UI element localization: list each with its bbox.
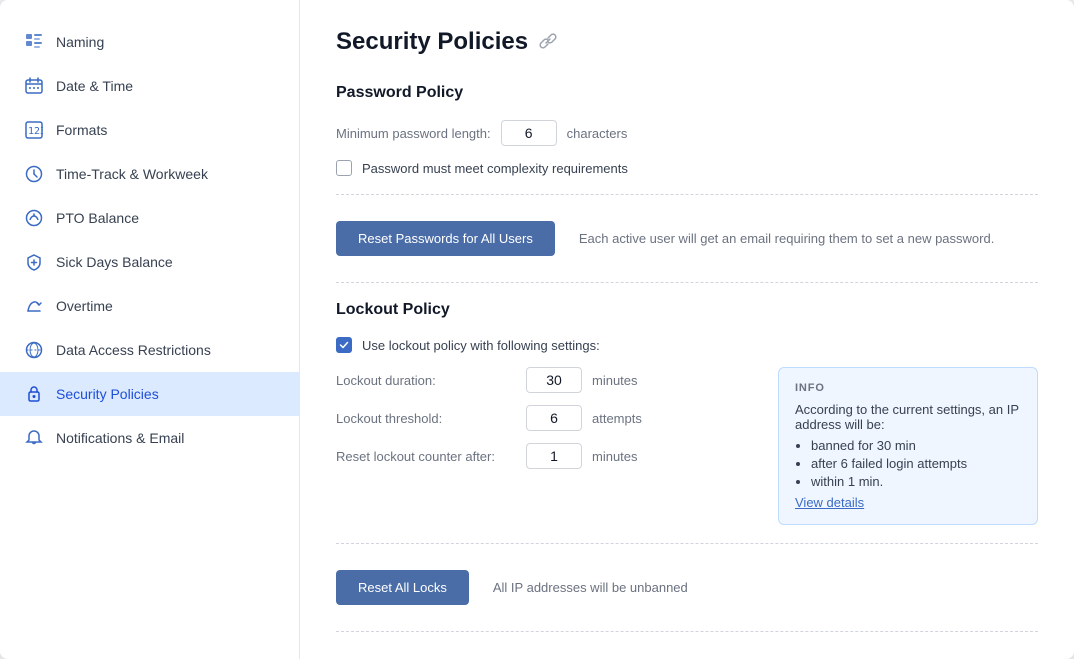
sidebar-label-data-access: Data Access Restrictions <box>56 342 211 358</box>
svg-text:123: 123 <box>28 126 43 137</box>
min-length-input[interactable] <box>501 120 557 146</box>
lockout-duration-unit: minutes <box>592 373 638 388</box>
info-item-1: banned for 30 min <box>811 438 1021 453</box>
sidebar-label-timetrack: Time-Track & Workweek <box>56 166 208 182</box>
sidebar-item-overtime[interactable]: Overtime <box>0 284 299 328</box>
sidebar-label-pto-balance: PTO Balance <box>56 210 139 226</box>
sidebar-item-data-access[interactable]: Data Access Restrictions <box>0 328 299 372</box>
security-icon <box>24 384 44 404</box>
divider-1 <box>336 194 1038 195</box>
sidebar-item-notifications[interactable]: Notifications & Email <box>0 416 299 460</box>
info-box: INFO According to the current settings, … <box>778 367 1038 525</box>
sidebar-label-security-policies: Security Policies <box>56 386 159 402</box>
format-icon: 123 <box>24 120 44 140</box>
lockout-threshold-label: Lockout threshold: <box>336 411 516 426</box>
app-window: Naming Date & Time <box>0 0 1074 659</box>
main-content: Security Policies Password Policy Minimu… <box>300 0 1074 659</box>
sidebar-item-naming[interactable]: Naming <box>0 20 299 64</box>
reset-all-locks-row: Reset All Locks All IP addresses will be… <box>336 562 1038 613</box>
reset-passwords-row: Reset Passwords for All Users Each activ… <box>336 213 1038 264</box>
reset-counter-input[interactable] <box>526 443 582 469</box>
sidebar-label-overtime: Overtime <box>56 298 113 314</box>
sidebar-label-formats: Formats <box>56 122 107 138</box>
shield-small-icon <box>24 252 44 272</box>
sidebar-label-naming: Naming <box>56 34 104 50</box>
use-lockout-checkbox[interactable] <box>336 337 352 353</box>
clock-icon <box>24 164 44 184</box>
sidebar-item-formats[interactable]: 123 Formats <box>0 108 299 152</box>
sidebar-item-security-policies[interactable]: Security Policies <box>0 372 299 416</box>
complexity-row: Password must meet complexity requiremen… <box>336 160 1038 176</box>
sidebar-item-pto-balance[interactable]: PTO Balance <box>0 196 299 240</box>
sidebar-item-sick-days[interactable]: Sick Days Balance <box>0 240 299 284</box>
bell-icon <box>24 428 44 448</box>
sidebar-label-sick-days: Sick Days Balance <box>56 254 173 270</box>
use-lockout-row: Use lockout policy with following settin… <box>336 337 1038 353</box>
reset-all-locks-description: All IP addresses will be unbanned <box>493 580 688 595</box>
calendar-icon <box>24 76 44 96</box>
sidebar-item-date-time[interactable]: Date & Time <box>0 64 299 108</box>
reset-passwords-description: Each active user will get an email requi… <box>579 231 994 246</box>
complexity-label: Password must meet complexity requiremen… <box>362 161 628 176</box>
overtime-icon <box>24 296 44 316</box>
lockout-threshold-unit: attempts <box>592 411 642 426</box>
complexity-checkbox[interactable] <box>336 160 352 176</box>
pto-icon <box>24 208 44 228</box>
data-icon <box>24 340 44 360</box>
lockout-policy-title: Lockout Policy <box>336 301 1038 319</box>
lockout-duration-row: Lockout duration: minutes <box>336 367 738 393</box>
view-details-link[interactable]: View details <box>795 495 864 510</box>
reset-counter-label: Reset lockout counter after: <box>336 449 516 464</box>
password-policy-section: Password Policy Minimum password length:… <box>336 84 1038 264</box>
divider-2 <box>336 282 1038 283</box>
use-lockout-label: Use lockout policy with following settin… <box>362 338 600 353</box>
grid-icon <box>24 32 44 52</box>
info-item-3: within 1 min. <box>811 474 1021 489</box>
min-length-unit: characters <box>567 126 628 141</box>
password-policy-title: Password Policy <box>336 84 1038 102</box>
sidebar-label-date-time: Date & Time <box>56 78 133 94</box>
lockout-duration-label: Lockout duration: <box>336 373 516 388</box>
lockout-details-row: Lockout duration: minutes Lockout thresh… <box>336 367 1038 525</box>
info-intro: According to the current settings, an IP… <box>795 402 1021 432</box>
sidebar-item-timetrack[interactable]: Time-Track & Workweek <box>0 152 299 196</box>
lockout-threshold-row: Lockout threshold: attempts <box>336 405 738 431</box>
reset-all-locks-button[interactable]: Reset All Locks <box>336 570 469 605</box>
sidebar: Naming Date & Time <box>0 0 300 659</box>
min-length-label: Minimum password length: <box>336 126 491 141</box>
sidebar-label-notifications: Notifications & Email <box>56 430 184 446</box>
info-item-2: after 6 failed login attempts <box>811 456 1021 471</box>
lockout-fields: Lockout duration: minutes Lockout thresh… <box>336 367 738 481</box>
reset-counter-unit: minutes <box>592 449 638 464</box>
lockout-threshold-input[interactable] <box>526 405 582 431</box>
lockout-duration-input[interactable] <box>526 367 582 393</box>
reset-passwords-button[interactable]: Reset Passwords for All Users <box>336 221 555 256</box>
page-header: Security Policies <box>336 28 1038 56</box>
info-list: banned for 30 min after 6 failed login a… <box>811 438 1021 489</box>
divider-4 <box>336 631 1038 632</box>
reset-counter-row: Reset lockout counter after: minutes <box>336 443 738 469</box>
min-length-row: Minimum password length: characters <box>336 120 1038 146</box>
lockout-policy-section: Lockout Policy Use lockout policy with f… <box>336 301 1038 525</box>
divider-3 <box>336 543 1038 544</box>
info-label: INFO <box>795 382 1021 394</box>
page-title: Security Policies <box>336 28 528 56</box>
link-icon[interactable] <box>538 31 558 54</box>
